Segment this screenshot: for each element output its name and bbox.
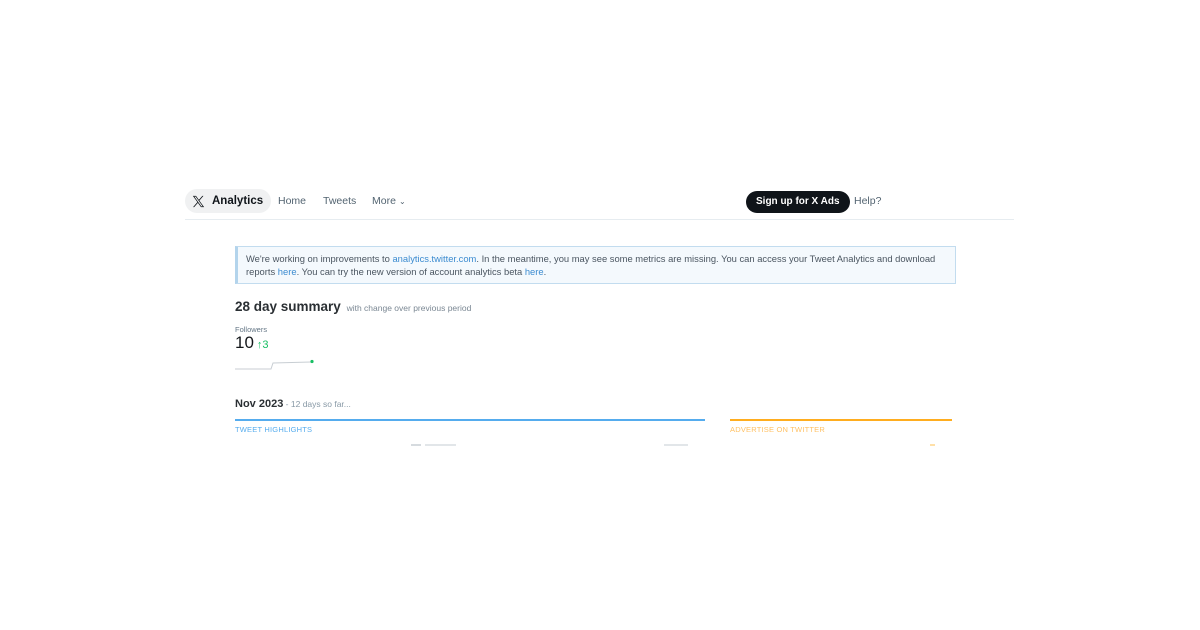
- advertise-divider: [730, 419, 952, 421]
- month-separator: -: [283, 399, 291, 409]
- analytics-beta-link[interactable]: here: [525, 266, 544, 277]
- tweet-highlights-label: TWEET HIGHLIGHTS: [235, 425, 313, 434]
- followers-metric: 10 ↑3: [235, 333, 269, 353]
- sign-up-ads-button[interactable]: Sign up for X Ads: [746, 191, 850, 213]
- improvement-notice: We're working on improvements to analyti…: [235, 246, 956, 284]
- sparkline-end-dot: [310, 359, 314, 364]
- nav-home-link[interactable]: Home: [278, 189, 306, 213]
- chevron-down-icon: ⌄: [398, 197, 406, 206]
- help-link[interactable]: Help?: [854, 189, 881, 213]
- cut-off-content: [425, 444, 456, 446]
- nav-tweets-link[interactable]: Tweets: [323, 189, 356, 213]
- summary-title: 28 day summary: [235, 299, 341, 314]
- cut-off-content: [411, 444, 421, 446]
- month-subtitle: 12 days so far...: [290, 399, 351, 409]
- analytics-home-link[interactable]: Analytics: [185, 189, 272, 213]
- notice-text-1: We're working on improvements to: [246, 253, 393, 264]
- cut-off-content: [664, 444, 688, 446]
- advertise-label: ADVERTISE ON TWITTER: [730, 425, 825, 434]
- x-logo-icon: [192, 195, 205, 207]
- followers-change: ↑3: [257, 339, 269, 351]
- followers-change-value: 3: [262, 339, 269, 351]
- summary-subtitle: with change over previous period: [346, 303, 472, 313]
- brand-title: Analytics: [212, 195, 264, 207]
- notice-text-4: .: [543, 265, 547, 277]
- analytics-site-link[interactable]: analytics.twitter.com: [392, 253, 476, 264]
- followers-sparkline: [235, 359, 314, 370]
- summary-heading: 28 day summary with change over previous…: [235, 299, 471, 314]
- month-heading: Nov 2023 - 12 days so far...: [235, 398, 351, 410]
- sparkline-line: [235, 361, 312, 370]
- analytics-page: Analytics Home Tweets More ⌄ Sign up for …: [0, 0, 1200, 630]
- highlights-divider: [235, 419, 705, 421]
- cut-off-content: [930, 444, 935, 446]
- followers-value: 10: [235, 333, 254, 352]
- nav-more-label: More: [372, 195, 396, 207]
- month-title: Nov 2023: [235, 398, 284, 410]
- notice-text-3: . You can try the new version of account…: [296, 265, 525, 277]
- top-nav: Analytics Home Tweets More ⌄ Sign up for …: [185, 189, 1014, 220]
- nav-more-menu[interactable]: More ⌄: [372, 189, 406, 213]
- download-reports-link[interactable]: here: [278, 266, 297, 277]
